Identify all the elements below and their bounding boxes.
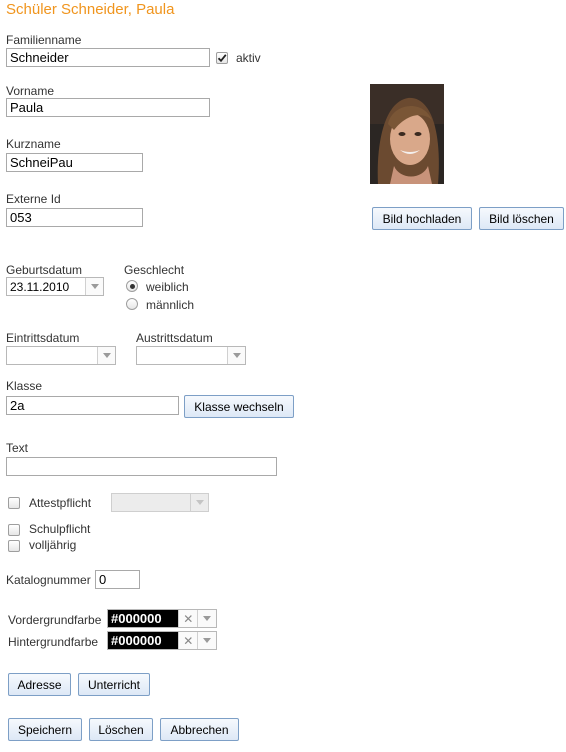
geburtsdatum-picker[interactable]: 23.11.2010 <box>6 277 104 296</box>
volljaehrig-label: volljährig <box>29 538 77 552</box>
klasse-input[interactable] <box>6 396 179 415</box>
volljaehrig-checkbox[interactable] <box>8 540 20 552</box>
hintergrundfarbe-picker[interactable]: #000000 ✕ <box>107 631 217 650</box>
attestpflicht-checkbox[interactable] <box>8 497 20 509</box>
schulpflicht-checkbox[interactable] <box>8 524 20 536</box>
delete-button[interactable]: Löschen <box>89 718 153 741</box>
eintrittsdatum-picker[interactable] <box>6 346 116 365</box>
austrittsdatum-picker[interactable] <box>136 346 246 365</box>
chevron-down-icon[interactable] <box>97 347 115 364</box>
clear-x-icon[interactable]: ✕ <box>178 632 198 649</box>
kurzname-label: Kurzname <box>6 137 61 151</box>
text-input[interactable] <box>6 457 277 476</box>
save-button[interactable]: Speichern <box>8 718 82 741</box>
vordergrundfarbe-picker[interactable]: #000000 ✕ <box>107 609 217 628</box>
geschlecht-label: Geschlecht <box>124 263 185 277</box>
kurzname-input[interactable] <box>6 153 143 172</box>
vordergrundfarbe-value[interactable]: #000000 <box>108 610 179 627</box>
austrittsdatum-label: Austrittsdatum <box>136 331 213 345</box>
hintergrundfarbe-label: Hintergrundfarbe <box>8 635 99 649</box>
vordergrundfarbe-label: Vordergrundfarbe <box>8 613 102 627</box>
familienname-label: Familienname <box>6 33 82 47</box>
chevron-down-icon[interactable] <box>227 347 245 364</box>
familienname-input[interactable] <box>6 48 210 67</box>
vorname-input[interactable] <box>6 98 210 117</box>
radio-maennlich-label: männlich <box>146 298 195 312</box>
vorname-label: Vorname <box>6 84 55 98</box>
externe-id-label: Externe Id <box>6 192 61 206</box>
radio-selected-dot <box>129 283 135 289</box>
radio-weiblich[interactable] <box>126 280 138 292</box>
page-title: Schüler Schneider, Paula <box>6 1 175 18</box>
chevron-down-icon[interactable] <box>197 610 217 627</box>
radio-weiblich-label: weiblich <box>146 280 189 294</box>
katalognummer-input[interactable] <box>95 570 140 589</box>
eintrittsdatum-label: Eintrittsdatum <box>6 331 80 345</box>
aktiv-checkbox[interactable] <box>216 52 228 64</box>
lessons-button[interactable]: Unterricht <box>78 673 150 696</box>
address-button[interactable]: Adresse <box>8 673 71 696</box>
chevron-down-icon <box>190 494 208 511</box>
geburtsdatum-label: Geburtsdatum <box>6 263 83 277</box>
chevron-down-icon[interactable] <box>85 278 103 295</box>
upload-photo-button[interactable]: Bild hochladen <box>372 207 472 230</box>
eintrittsdatum-value <box>7 347 97 364</box>
radio-maennlich[interactable] <box>126 298 138 310</box>
geburtsdatum-value: 23.11.2010 <box>10 280 70 294</box>
check-icon <box>217 54 227 63</box>
text-label: Text <box>6 441 29 455</box>
attestpflicht-select <box>111 493 209 512</box>
hintergrundfarbe-value[interactable]: #000000 <box>108 632 179 649</box>
austrittsdatum-value <box>137 347 227 364</box>
chevron-down-icon[interactable] <box>197 632 217 649</box>
externe-id-input[interactable] <box>6 208 143 227</box>
cancel-button[interactable]: Abbrechen <box>160 718 239 741</box>
katalognummer-label: Katalognummer <box>6 573 91 587</box>
clear-x-icon[interactable]: ✕ <box>178 610 198 627</box>
schulpflicht-label: Schulpflicht <box>29 522 91 536</box>
attestpflicht-label: Attestpflicht <box>29 496 92 510</box>
klasse-label: Klasse <box>6 379 43 393</box>
delete-photo-button[interactable]: Bild löschen <box>479 207 564 230</box>
student-photo <box>370 84 444 184</box>
attestpflicht-select-value <box>112 494 190 511</box>
change-class-button[interactable]: Klasse wechseln <box>184 395 294 418</box>
aktiv-label: aktiv <box>236 51 261 65</box>
